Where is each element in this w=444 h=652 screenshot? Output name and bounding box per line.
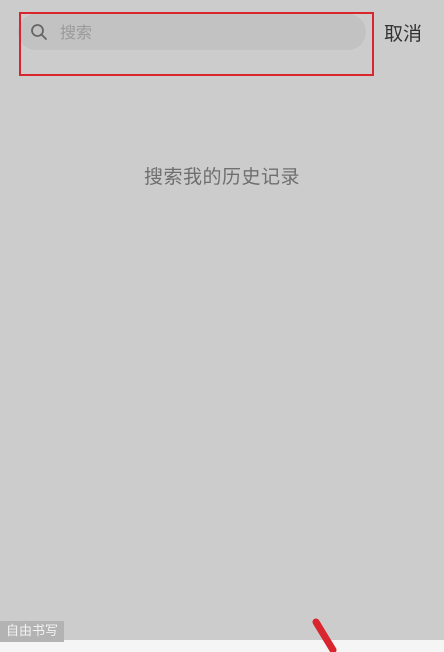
search-page: 取消 搜索我的历史记录 自由书写 xyxy=(0,0,444,652)
annotation-pen-stroke xyxy=(312,618,337,652)
search-input[interactable] xyxy=(60,14,350,50)
search-bar[interactable] xyxy=(18,14,366,50)
search-icon xyxy=(31,24,47,40)
bottom-bar xyxy=(0,640,444,652)
search-history-hint: 搜索我的历史记录 xyxy=(143,166,300,188)
cancel-button[interactable]: 取消 xyxy=(384,16,432,48)
freehand-watermark-label: 自由书写 xyxy=(0,621,65,642)
